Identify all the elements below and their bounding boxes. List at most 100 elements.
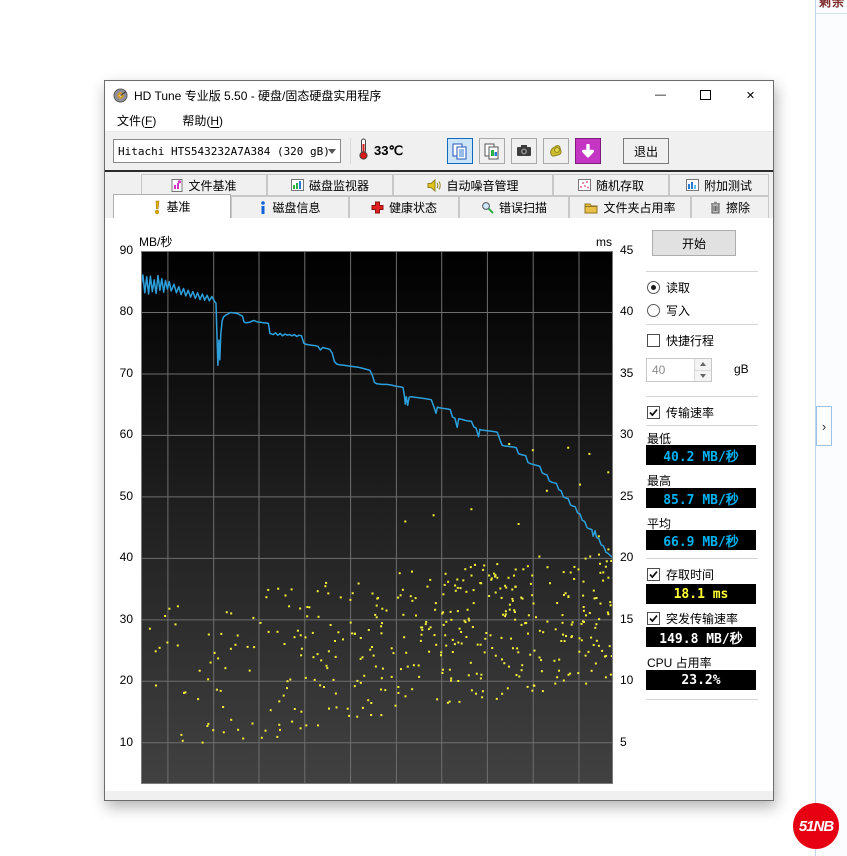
capacity-value: 40 [647,359,694,381]
drive-select[interactable]: Hitachi HTS543232A7A384 (320 gB) [113,139,341,163]
toolbar: Hitachi HTS543232A7A384 (320 gB) 33℃ [105,132,773,170]
menu-help[interactable]: 帮助(H) [182,112,223,129]
toolbar-separator [350,138,351,164]
tab-extra-tests[interactable]: 附加测试 [669,174,769,196]
max-label: 最高 [647,472,671,489]
read-radio[interactable]: 读取 [647,279,690,296]
tab-label: 擦除 [726,199,750,216]
tab-disk-monitor[interactable]: 磁盘监视器 [267,174,393,196]
short-stroke-label: 快捷行程 [666,332,714,349]
donate-button[interactable] [543,138,569,164]
y-left-tick: 80 [120,304,133,318]
tab-random-access[interactable]: 随机存取 [553,174,669,196]
copy-image-button[interactable] [479,138,505,164]
close-button[interactable]: ✕ [728,82,773,109]
drive-select-value: Hitachi HTS543232A7A384 (320 gB) [118,145,328,158]
panel-separator [646,324,758,325]
camera-icon [515,142,533,160]
exit-button[interactable]: 退出 [623,138,669,164]
maximize-icon [700,90,711,100]
copy-report-button[interactable] [447,138,473,164]
access-time-label: 存取时间 [666,566,714,583]
tab-strip: 文件基准 磁盘监视器 自动噪音管理 随机存取 附加测试 [105,172,773,218]
magnifier-icon [481,201,494,214]
tab-label: 文件基准 [188,177,236,194]
extra-tests-icon [686,179,699,191]
transfer-rate-checkbox[interactable]: 传输速率 [647,404,714,421]
minimize-button[interactable]: — [638,82,683,109]
tab-benchmark[interactable]: 基准 [113,194,231,218]
burst-rate-label: 突发传输速率 [666,610,738,627]
y-right-tick: 10 [620,673,633,687]
y-left-tick: 90 [120,243,133,257]
y-left-tick: 30 [120,612,133,626]
short-stroke-checkbox[interactable]: 快捷行程 [647,332,714,349]
access-time-display: 18.1 ms [646,584,756,604]
y-left-tick: 40 [120,550,133,564]
checkbox-checked-icon [647,568,660,581]
y-right-tick: 35 [620,366,633,380]
stepper-buttons[interactable] [694,359,711,381]
tab-health[interactable]: 健康状态 [349,196,459,218]
capacity-stepper[interactable]: 40 [646,358,712,382]
sidebar-expander-button[interactable]: › [816,406,832,446]
titlebar[interactable]: HD Tune 专业版 5.50 - 硬盘/固态硬盘实用程序 — ✕ [105,81,773,109]
save-results-button[interactable] [575,138,601,164]
write-radio[interactable]: 写入 [647,302,690,319]
read-radio-label: 读取 [666,279,690,296]
panel-separator [646,699,758,700]
panel-separator [646,558,758,559]
screenshot-button[interactable] [511,138,537,164]
panel-separator [646,425,758,426]
tab-erase[interactable]: 擦除 [691,196,769,218]
exclamation-icon [153,200,161,214]
y-right-tick: 45 [620,243,633,257]
menu-file[interactable]: 文件(F) [117,112,156,129]
random-access-icon [578,179,591,191]
y-right-tick: 25 [620,489,633,503]
min-value-display: 40.2 MB/秒 [646,445,756,465]
start-button[interactable]: 开始 [652,230,736,256]
chevron-down-icon [328,149,336,154]
tab-aam[interactable]: 自动噪音管理 [393,174,553,196]
checkbox-unchecked-icon [647,334,660,347]
access-time-checkbox[interactable]: 存取时间 [647,566,714,583]
thermometer-icon [358,138,369,165]
tab-error-scan[interactable]: 错误扫描 [459,196,569,218]
51nb-logo[interactable]: 51NB [793,803,839,849]
down-arrow-icon [580,143,596,159]
close-icon: ✕ [746,89,755,102]
copy-report-icon [451,142,469,160]
info-icon [259,201,267,214]
tab-file-benchmark[interactable]: 文件基准 [141,174,267,196]
tab-label: 错误扫描 [499,199,547,216]
y-right-tick: 20 [620,550,633,564]
y-right-tick: 40 [620,304,633,318]
desktop-page: 剩余 › 51NB HD Tune 专业版 5.50 - 硬盘/固态硬盘实用程序… [0,0,847,856]
maximize-button[interactable] [683,82,728,109]
stepper-down-button[interactable] [695,371,711,382]
avg-value-display: 66.9 MB/秒 [646,530,756,550]
y-left-ticks: 908070605040302010 [105,251,136,784]
burst-rate-checkbox[interactable]: 突发传输速率 [647,610,738,627]
y-right-tick: 15 [620,612,633,626]
tab-row-top: 文件基准 磁盘监视器 自动噪音管理 随机存取 附加测试 [105,174,773,196]
copy-image-icon [483,142,501,160]
benchmark-tab-page: MB/秒 ms 908070605040302010 4540353025201… [105,218,773,791]
window-title: HD Tune 专业版 5.50 - 硬盘/固态硬盘实用程序 [134,87,638,104]
tab-label: 基准 [166,198,190,215]
disk-monitor-icon [291,179,304,191]
checkbox-checked-icon [647,406,660,419]
tab-disk-info[interactable]: 磁盘信息 [231,196,349,218]
y-left-tick: 70 [120,366,133,380]
y-left-tick: 10 [120,735,133,749]
y-left-tick: 60 [120,427,133,441]
radio-unselected-icon [647,304,660,317]
temperature-value: 33℃ [374,143,403,159]
tab-label: 健康状态 [389,199,437,216]
tab-label: 文件夹占用率 [603,199,675,216]
y-left-tick: 20 [120,673,133,687]
stepper-up-button[interactable] [695,359,711,371]
control-panel: 开始 读取 写入 快捷行程 40 [646,218,762,778]
tab-folder-usage[interactable]: 文件夹占用率 [569,196,691,218]
